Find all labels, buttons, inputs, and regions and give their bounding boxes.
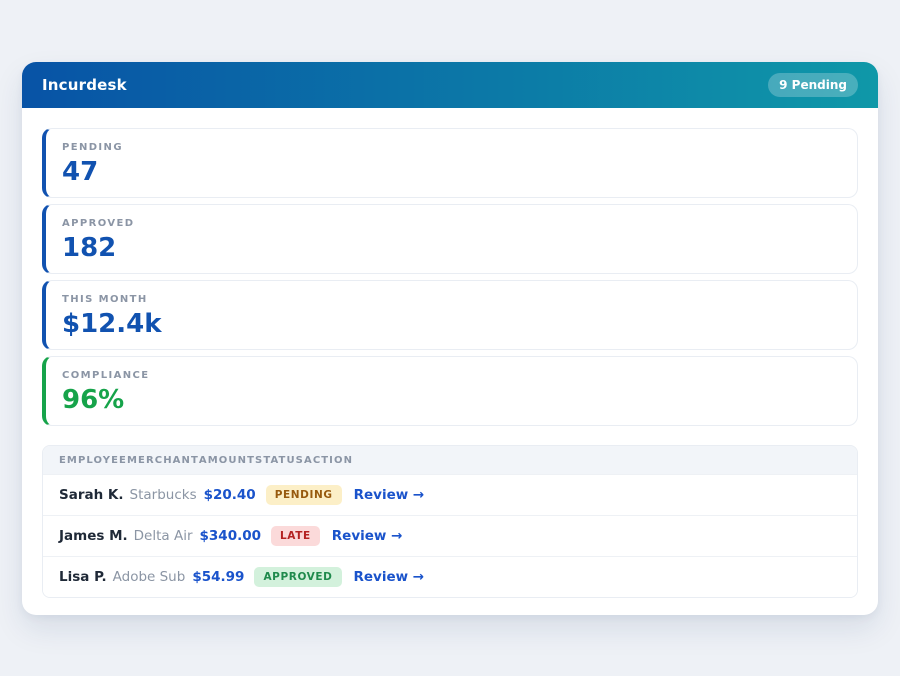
- dashboard-card: Incurdesk 9 Pending PENDING 47 APPROVED …: [22, 62, 878, 615]
- stat-label: APPROVED: [62, 218, 841, 229]
- status-badge: PENDING: [266, 485, 342, 505]
- stat-card-this-month: THIS MONTH $12.4k: [42, 280, 858, 350]
- merchant-name: Delta Air: [134, 528, 193, 544]
- review-link[interactable]: Review →: [332, 528, 403, 544]
- merchant-name: Adobe Sub: [113, 569, 186, 585]
- stat-label: PENDING: [62, 142, 841, 153]
- expense-amount: $340.00: [200, 528, 262, 544]
- stat-label: THIS MONTH: [62, 294, 841, 305]
- app-title: Incurdesk: [42, 76, 127, 94]
- status-badge: APPROVED: [254, 567, 341, 587]
- table-row: James M. Delta Air $340.00 LATE Review →: [43, 515, 857, 556]
- review-link[interactable]: Review →: [354, 487, 425, 503]
- stat-label: COMPLIANCE: [62, 370, 841, 381]
- dashboard-body: PENDING 47 APPROVED 182 THIS MONTH $12.4…: [22, 108, 878, 615]
- status-badge: LATE: [271, 526, 320, 546]
- column-header-employee: EMPLOYEE: [59, 455, 127, 466]
- expense-table: EMPLOYEEMERCHANTAMOUNTSTATUSACTION Sarah…: [42, 445, 858, 598]
- employee-name: James M.: [59, 528, 128, 544]
- table-row: Sarah K. Starbucks $20.40 PENDING Review…: [43, 474, 857, 515]
- stat-value: 182: [62, 235, 841, 262]
- stat-card-pending: PENDING 47: [42, 128, 858, 198]
- pending-count-badge: 9 Pending: [768, 73, 858, 97]
- column-header-status: STATUS: [255, 455, 304, 466]
- expense-amount: $54.99: [192, 569, 244, 585]
- review-link[interactable]: Review →: [354, 569, 425, 585]
- table-row: Lisa P. Adobe Sub $54.99 APPROVED Review…: [43, 556, 857, 597]
- stat-value: 96%: [62, 387, 841, 414]
- stat-card-compliance: COMPLIANCE 96%: [42, 356, 858, 426]
- stat-value: $12.4k: [62, 311, 841, 338]
- merchant-name: Starbucks: [130, 487, 197, 503]
- column-header-merchant: MERCHANT: [127, 455, 199, 466]
- expense-amount: $20.40: [204, 487, 256, 503]
- stat-value: 47: [62, 159, 841, 186]
- table-header-row: EMPLOYEEMERCHANTAMOUNTSTATUSACTION: [43, 446, 857, 474]
- column-header-action: ACTION: [304, 455, 353, 466]
- employee-name: Sarah K.: [59, 487, 124, 503]
- app-header: Incurdesk 9 Pending: [22, 62, 878, 108]
- column-header-amount: AMOUNT: [199, 455, 255, 466]
- stat-card-approved: APPROVED 182: [42, 204, 858, 274]
- employee-name: Lisa P.: [59, 569, 107, 585]
